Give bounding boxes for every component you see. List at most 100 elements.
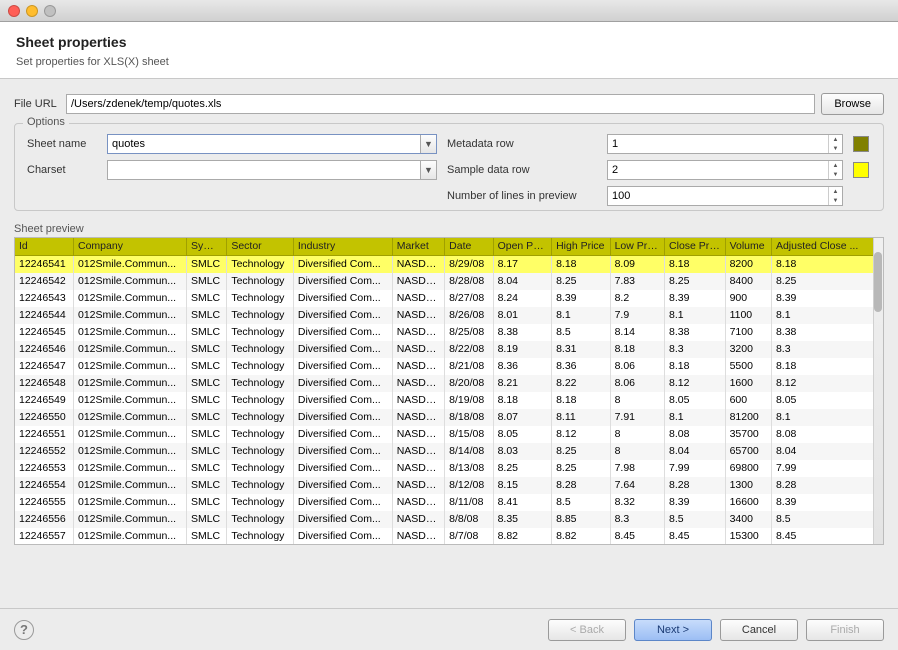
chevron-down-icon[interactable]: ▼ bbox=[420, 161, 436, 179]
table-cell: 8.5 bbox=[665, 511, 726, 528]
table-cell: 12246554 bbox=[15, 477, 74, 494]
minimize-icon[interactable] bbox=[26, 5, 38, 17]
spinner-down-icon[interactable]: ▼ bbox=[829, 170, 842, 179]
table-cell: 8.28 bbox=[552, 477, 611, 494]
column-header[interactable]: Open Price bbox=[493, 238, 552, 256]
table-row[interactable]: 12246557012Smile.Commun...SMLCTechnology… bbox=[15, 528, 883, 545]
scrollbar[interactable] bbox=[873, 238, 883, 544]
table-row[interactable]: 12246554012Smile.Commun...SMLCTechnology… bbox=[15, 477, 883, 494]
sample-data-row-input[interactable] bbox=[608, 161, 828, 179]
lines-preview-input[interactable] bbox=[608, 187, 828, 205]
column-header[interactable]: Industry bbox=[293, 238, 392, 256]
close-icon[interactable] bbox=[8, 5, 20, 17]
column-header[interactable]: Market bbox=[392, 238, 444, 256]
table-cell: 8.45 bbox=[771, 528, 882, 545]
lines-preview-spinner[interactable]: ▲▼ bbox=[607, 186, 843, 206]
table-cell: 12246545 bbox=[15, 324, 74, 341]
table-row[interactable]: 12246552012Smile.Commun...SMLCTechnology… bbox=[15, 443, 883, 460]
spinner-down-icon[interactable]: ▼ bbox=[829, 144, 842, 153]
table-cell: 012Smile.Commun... bbox=[74, 324, 187, 341]
table-cell: 8.01 bbox=[493, 307, 552, 324]
table-cell: 8/27/08 bbox=[445, 290, 493, 307]
column-header[interactable]: High Price bbox=[552, 238, 611, 256]
table-cell: SMLC bbox=[186, 358, 226, 375]
column-header[interactable]: Date bbox=[445, 238, 493, 256]
table-cell: Technology bbox=[227, 392, 294, 409]
spinner-up-icon[interactable]: ▲ bbox=[829, 161, 842, 170]
table-row[interactable]: 12246541012Smile.Commun...SMLCTechnology… bbox=[15, 256, 883, 274]
table-cell: Diversified Com... bbox=[293, 256, 392, 274]
spinner-up-icon[interactable]: ▲ bbox=[829, 135, 842, 144]
column-header[interactable]: Adjusted Close ... bbox=[771, 238, 882, 256]
column-header[interactable]: Symbol bbox=[186, 238, 226, 256]
table-row[interactable]: 12246546012Smile.Commun...SMLCTechnology… bbox=[15, 341, 883, 358]
table-row[interactable]: 12246555012Smile.Commun...SMLCTechnology… bbox=[15, 494, 883, 511]
scroll-thumb[interactable] bbox=[874, 252, 882, 312]
table-cell: 012Smile.Commun... bbox=[74, 409, 187, 426]
metadata-row-spinner[interactable]: ▲▼ bbox=[607, 134, 843, 154]
table-row[interactable]: 12246548012Smile.Commun...SMLCTechnology… bbox=[15, 375, 883, 392]
table-row[interactable]: 12246543012Smile.Commun...SMLCTechnology… bbox=[15, 290, 883, 307]
table-cell: NASDAQ bbox=[392, 443, 444, 460]
browse-button[interactable]: Browse bbox=[821, 93, 884, 115]
sheet-name-input[interactable] bbox=[108, 135, 420, 153]
column-header[interactable]: Id bbox=[15, 238, 74, 256]
table-cell: 12246543 bbox=[15, 290, 74, 307]
table-row[interactable]: 12246549012Smile.Commun...SMLCTechnology… bbox=[15, 392, 883, 409]
table-cell: SMLC bbox=[186, 528, 226, 545]
zoom-icon[interactable] bbox=[44, 5, 56, 17]
table-cell: 8.19 bbox=[493, 341, 552, 358]
table-row[interactable]: 12246545012Smile.Commun...SMLCTechnology… bbox=[15, 324, 883, 341]
table-row[interactable]: 12246542012Smile.Commun...SMLCTechnology… bbox=[15, 273, 883, 290]
table-cell: 012Smile.Commun... bbox=[74, 528, 187, 545]
table-cell: 8.18 bbox=[771, 256, 882, 274]
table-cell: 8/8/08 bbox=[445, 511, 493, 528]
table-cell: 8.21 bbox=[493, 375, 552, 392]
column-header[interactable]: Sector bbox=[227, 238, 294, 256]
table-cell: SMLC bbox=[186, 443, 226, 460]
table-row[interactable]: 12246550012Smile.Commun...SMLCTechnology… bbox=[15, 409, 883, 426]
table-cell: 8.11 bbox=[552, 409, 611, 426]
table-cell: Technology bbox=[227, 443, 294, 460]
column-header[interactable]: Close Price bbox=[665, 238, 726, 256]
dialog-footer: ? < Back Next > Cancel Finish bbox=[0, 608, 898, 650]
table-cell: Diversified Com... bbox=[293, 358, 392, 375]
table-row[interactable]: 12246544012Smile.Commun...SMLCTechnology… bbox=[15, 307, 883, 324]
table-cell: 8.25 bbox=[665, 273, 726, 290]
table-cell: 8.1 bbox=[771, 307, 882, 324]
next-button[interactable]: Next > bbox=[634, 619, 712, 641]
table-cell: 8/25/08 bbox=[445, 324, 493, 341]
sample-color-swatch[interactable] bbox=[853, 162, 869, 178]
column-header[interactable]: Volume bbox=[725, 238, 771, 256]
table-cell: 7.83 bbox=[610, 273, 664, 290]
table-cell: 8 bbox=[610, 426, 664, 443]
sheet-name-combo[interactable]: ▼ bbox=[107, 134, 437, 154]
chevron-down-icon[interactable]: ▼ bbox=[420, 135, 436, 153]
charset-input[interactable] bbox=[108, 161, 420, 179]
spinner-down-icon[interactable]: ▼ bbox=[829, 196, 842, 205]
table-row[interactable]: 12246556012Smile.Commun...SMLCTechnology… bbox=[15, 511, 883, 528]
table-cell: 8.18 bbox=[610, 341, 664, 358]
charset-combo[interactable]: ▼ bbox=[107, 160, 437, 180]
sheet-preview-table[interactable]: IdCompanySymbolSectorIndustryMarketDateO… bbox=[14, 237, 884, 545]
table-cell: 8.28 bbox=[665, 477, 726, 494]
finish-button[interactable]: Finish bbox=[806, 619, 884, 641]
help-icon[interactable]: ? bbox=[14, 620, 34, 640]
table-cell: 12246551 bbox=[15, 426, 74, 443]
table-cell: 8/19/08 bbox=[445, 392, 493, 409]
metadata-row-input[interactable] bbox=[608, 135, 828, 153]
table-cell: Technology bbox=[227, 528, 294, 545]
column-header[interactable]: Low Price bbox=[610, 238, 664, 256]
table-row[interactable]: 12246547012Smile.Commun...SMLCTechnology… bbox=[15, 358, 883, 375]
file-url-input[interactable] bbox=[66, 94, 815, 114]
sample-data-row-spinner[interactable]: ▲▼ bbox=[607, 160, 843, 180]
metadata-color-swatch[interactable] bbox=[853, 136, 869, 152]
table-row[interactable]: 12246551012Smile.Commun...SMLCTechnology… bbox=[15, 426, 883, 443]
spinner-up-icon[interactable]: ▲ bbox=[829, 187, 842, 196]
table-cell: Diversified Com... bbox=[293, 528, 392, 545]
cancel-button[interactable]: Cancel bbox=[720, 619, 798, 641]
column-header[interactable]: Company bbox=[74, 238, 187, 256]
back-button[interactable]: < Back bbox=[548, 619, 626, 641]
table-row[interactable]: 12246553012Smile.Commun...SMLCTechnology… bbox=[15, 460, 883, 477]
table-cell: 7.64 bbox=[610, 477, 664, 494]
